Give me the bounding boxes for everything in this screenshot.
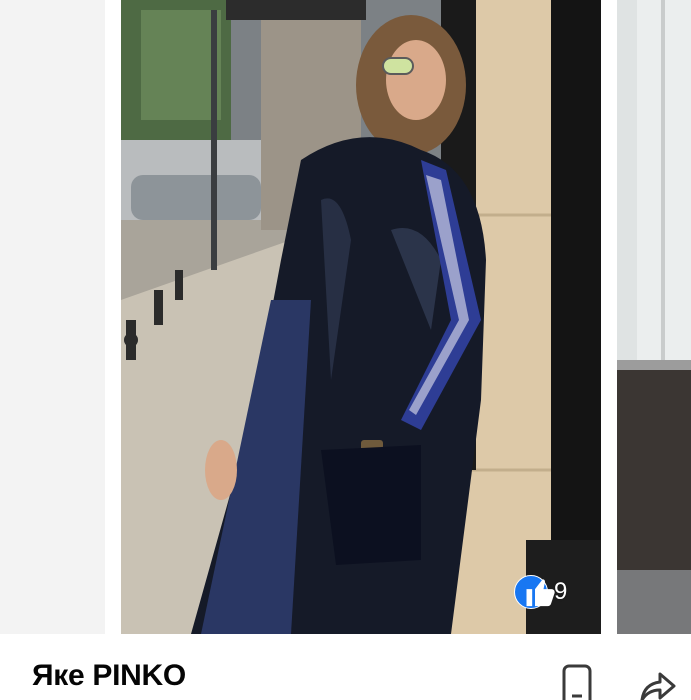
next-photo[interactable]	[617, 0, 691, 634]
message-button[interactable]	[558, 664, 598, 700]
previous-photo[interactable]	[0, 0, 105, 634]
building-photo-illustration	[617, 0, 691, 634]
listing-title: Яке PINKO	[32, 659, 186, 692]
share-button[interactable]	[638, 664, 678, 700]
listing-screen: 9 Яке PINKO	[0, 0, 691, 700]
thumbs-up-icon	[514, 575, 555, 609]
like-badge[interactable]: 9	[514, 575, 567, 609]
share-arrow-icon	[640, 672, 676, 700]
jacket-photo-illustration	[121, 0, 601, 634]
current-photo[interactable]: 9	[121, 0, 601, 634]
photo-carousel[interactable]: 9	[0, 0, 691, 634]
phone-message-icon	[562, 664, 592, 700]
listing-info-bar: Яке PINKO	[0, 634, 691, 700]
